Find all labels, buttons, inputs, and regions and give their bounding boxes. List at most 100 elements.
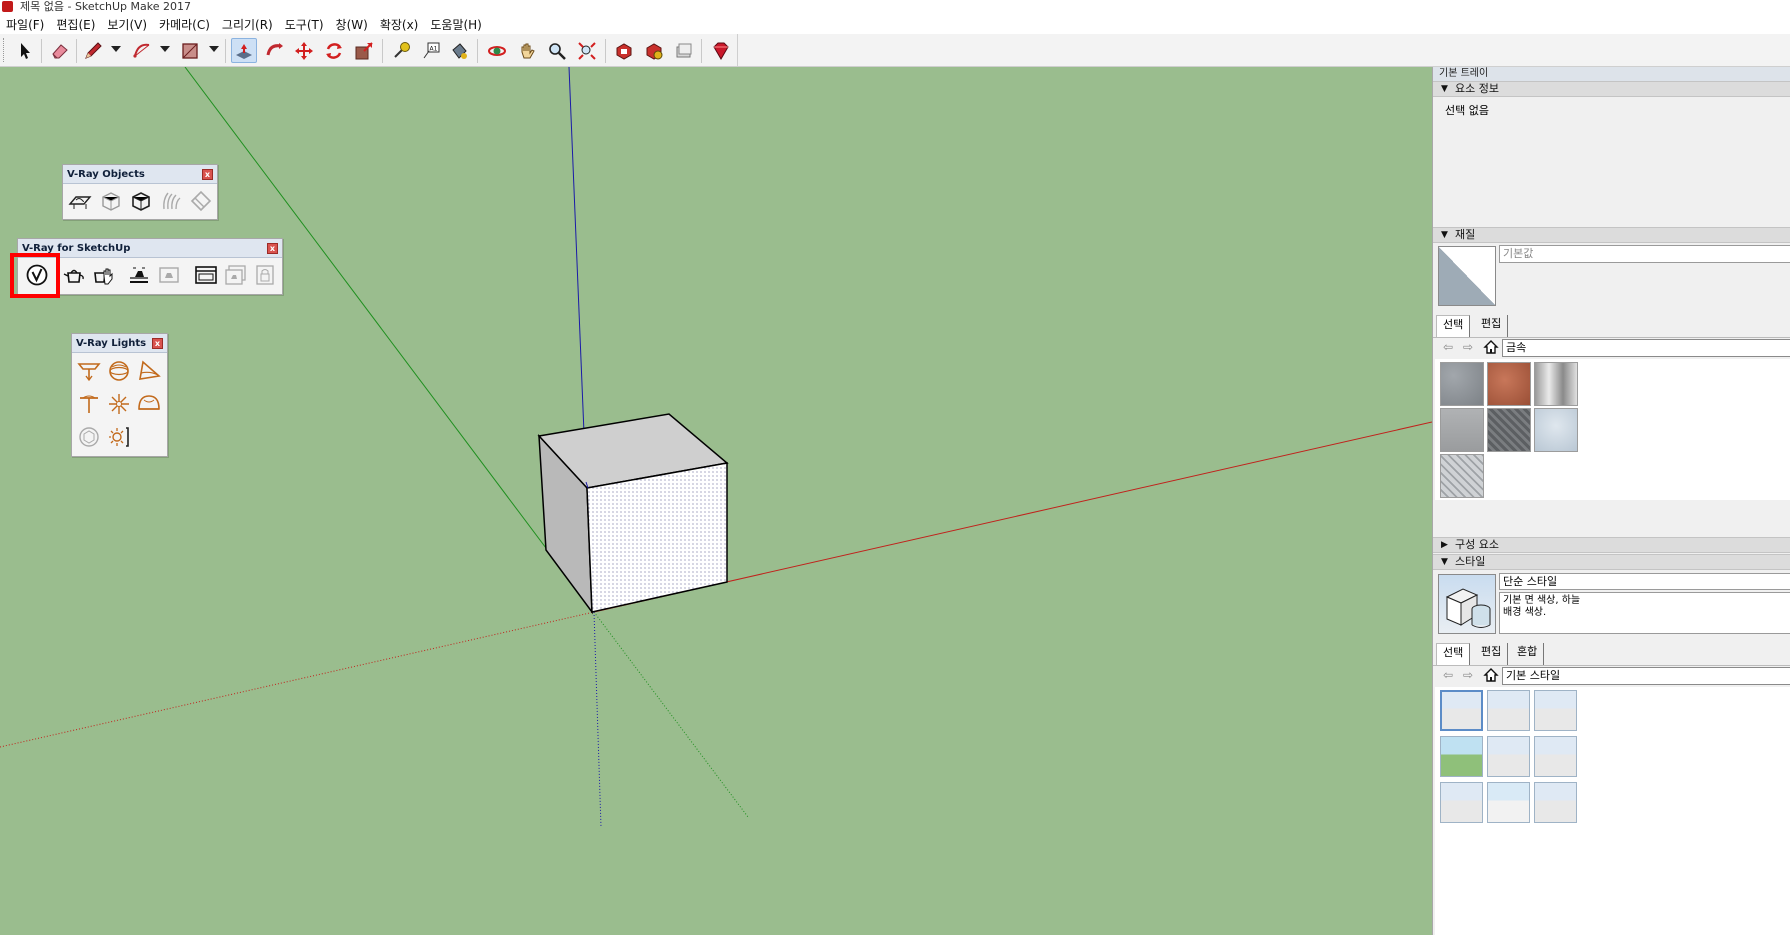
style-thumbnail[interactable] (1440, 782, 1483, 823)
vray-lights-close-button[interactable]: x (152, 338, 163, 349)
back-arrow-icon[interactable]: ⇦ (1443, 668, 1453, 682)
pan-tool-button[interactable] (514, 38, 540, 63)
vray-ies-light-button[interactable] (76, 391, 102, 417)
style-thumbnail[interactable] (1534, 736, 1577, 777)
menu-extensions[interactable]: 확장(x) (374, 16, 425, 33)
extension-warehouse-button[interactable] (641, 38, 667, 63)
line-tool-dropdown[interactable] (111, 46, 121, 52)
style-description-field[interactable]: 기본 면 색상, 하늘 배경 색상. (1499, 592, 1790, 634)
forward-arrow-icon[interactable]: ⇨ (1463, 668, 1473, 682)
toolbar-grip[interactable] (3, 38, 6, 62)
text-tool-button[interactable]: A1 (418, 38, 444, 63)
vray-mesh-clipper-button[interactable] (188, 188, 214, 214)
vray-lights-titlebar[interactable]: V-Ray Lights x (72, 334, 167, 353)
home-icon[interactable] (1483, 339, 1499, 358)
vray-lock-camera-button[interactable] (252, 262, 278, 288)
styles-tab-edit[interactable]: 편집 (1475, 643, 1509, 665)
move-tool-button[interactable] (291, 38, 317, 63)
rectangle-tool-dropdown[interactable] (209, 46, 219, 52)
ruby-extension-manager-button[interactable] (707, 38, 733, 63)
materials-header[interactable]: ▼ 재질 (1433, 227, 1790, 243)
paint-bucket-tool-button[interactable] (446, 38, 472, 63)
proxy-export-icon (102, 192, 120, 211)
vray-sphere-light-button[interactable] (106, 358, 132, 384)
rotate-tool-button[interactable] (321, 38, 347, 63)
vray-objects-close-button[interactable]: x (202, 169, 213, 180)
material-swatch[interactable] (1440, 408, 1484, 452)
style-name-field[interactable]: 단순 스타일 (1499, 573, 1790, 590)
vray-render-region-button[interactable] (126, 262, 152, 288)
style-thumbnail[interactable] (1534, 690, 1577, 731)
drawing-viewport[interactable]: V-Ray Objects x V-Ray for SketchUp x V-R… (0, 67, 1432, 935)
style-thumbnail[interactable] (1534, 782, 1577, 823)
style-thumbnail[interactable] (1487, 782, 1530, 823)
vray-objects-titlebar[interactable]: V-Ray Objects x (63, 165, 217, 184)
vray-frame-buffer-button[interactable] (193, 262, 219, 288)
material-swatch[interactable] (1487, 408, 1531, 452)
vray-fur-button[interactable] (158, 188, 184, 214)
style-thumbnail[interactable] (1487, 690, 1530, 731)
vray-render-button[interactable] (61, 262, 87, 288)
materials-tab-select[interactable]: 선택 (1436, 315, 1471, 337)
menu-tools[interactable]: 도구(T) (279, 16, 330, 33)
push-pull-tool-button[interactable] (231, 38, 257, 63)
material-library-select[interactable]: 금속 (1502, 339, 1790, 357)
menu-file[interactable]: 파일(F) (0, 16, 50, 33)
rectangle-tool-button[interactable] (177, 38, 203, 63)
vray-for-sketchup-close-button[interactable]: x (267, 243, 278, 254)
styles-tab-mix[interactable]: 혼합 (1511, 643, 1545, 665)
scale-tool-button[interactable] (351, 38, 377, 63)
vray-infinite-plane-button[interactable] (67, 188, 93, 214)
3d-warehouse-button[interactable] (611, 38, 637, 63)
material-swatch[interactable] (1534, 362, 1578, 406)
zoom-tool-button[interactable] (544, 38, 570, 63)
materials-tab-edit[interactable]: 편집 (1475, 315, 1509, 337)
forward-arrow-icon[interactable]: ⇨ (1463, 340, 1473, 354)
vray-light-gen-button[interactable] (106, 424, 132, 450)
material-swatch[interactable] (1440, 454, 1484, 498)
vray-dome-light-button[interactable] (136, 391, 162, 417)
style-thumbnail[interactable] (1487, 736, 1530, 777)
zoom-extents-tool-button[interactable] (574, 38, 600, 63)
layout-button[interactable] (671, 38, 697, 63)
vray-mesh-light-button[interactable] (76, 424, 102, 450)
components-header[interactable]: ▶ 구성 요소 (1433, 537, 1790, 553)
follow-me-tool-button[interactable] (262, 38, 288, 63)
material-swatch[interactable] (1487, 362, 1531, 406)
orbit-tool-button[interactable] (484, 38, 510, 63)
vray-proxy-import-button[interactable] (128, 188, 154, 214)
batch-render-icon (159, 267, 179, 283)
styles-header[interactable]: ▼ 스타일 (1433, 554, 1790, 570)
styles-tab-select[interactable]: 선택 (1436, 643, 1471, 665)
material-swatch[interactable] (1440, 362, 1484, 406)
arc-tool-dropdown[interactable] (160, 46, 170, 52)
back-arrow-icon[interactable]: ⇦ (1443, 340, 1453, 354)
arc-tool-button[interactable] (129, 38, 155, 63)
menu-draw[interactable]: 그리기(R) (216, 16, 279, 33)
vray-rectangle-light-button[interactable] (76, 358, 102, 384)
select-tool-button[interactable] (12, 38, 38, 63)
style-thumbnail[interactable] (1440, 690, 1483, 731)
menu-view[interactable]: 보기(V) (101, 16, 153, 33)
home-icon[interactable] (1483, 667, 1499, 686)
eraser-tool-button[interactable] (47, 38, 73, 63)
vray-omni-light-button[interactable] (106, 391, 132, 417)
line-tool-button[interactable] (80, 38, 106, 63)
vray-lights-title: V-Ray Lights (76, 338, 147, 349)
vray-render-cloud-button[interactable] (223, 262, 249, 288)
menu-camera[interactable]: 카메라(C) (153, 16, 216, 33)
material-name-field[interactable]: 기본값 (1499, 245, 1790, 263)
material-swatch[interactable] (1534, 408, 1578, 452)
style-library-select[interactable]: 기본 스타일 (1502, 667, 1790, 685)
style-thumbnail[interactable] (1440, 736, 1483, 777)
vray-batch-render-button[interactable] (156, 262, 182, 288)
vray-proxy-export-button[interactable] (98, 188, 124, 214)
vray-spot-light-button[interactable] (136, 358, 162, 384)
collapse-arrow-icon: ▼ (1441, 557, 1448, 567)
tape-measure-tool-button[interactable] (388, 38, 414, 63)
vray-interactive-render-button[interactable] (90, 262, 116, 288)
menu-window[interactable]: 창(W) (330, 16, 374, 33)
entity-info-header[interactable]: ▼ 요소 정보 (1433, 81, 1790, 97)
menu-help[interactable]: 도움말(H) (424, 16, 488, 33)
menu-edit[interactable]: 편집(E) (50, 16, 101, 33)
